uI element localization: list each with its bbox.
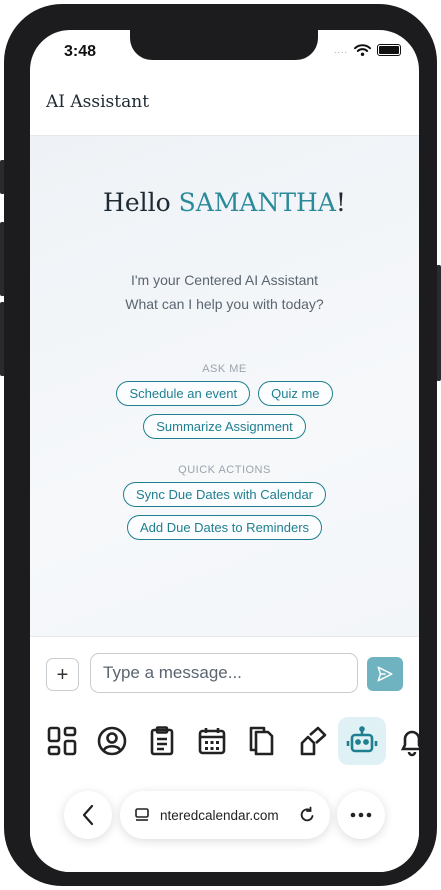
clipboard-icon [150,726,174,756]
intro-line-1: I'm your Centered AI Assistant [130,272,319,288]
chip-add-reminders[interactable]: Add Due Dates to Reminders [126,515,323,540]
quick-actions-row-1: Sync Due Dates with Calendar [30,482,419,507]
browser-bar: nteredcalendar.com [30,779,419,872]
intro-text: I'm your Centered AI Assistant What can … [30,268,419,316]
reload-icon[interactable] [298,806,316,824]
tab-notes[interactable] [238,717,286,765]
chip-schedule-event[interactable]: Schedule an event [116,381,251,406]
url-text: nteredcalendar.com [160,807,279,823]
tabs-icon [135,808,149,821]
greeting-suffix: ! [335,188,346,217]
quick-actions-row-2: Add Due Dates to Reminders [30,515,419,540]
copy-icon [249,726,274,756]
ask-me-chips-row-1: Schedule an event Quiz me [30,381,419,406]
greeting: Hello SAMANTHA! [30,188,419,217]
status-time: 3:48 [64,43,97,60]
calendar-icon [198,728,226,755]
quick-actions-label: QUICK ACTIONS [178,464,271,476]
chip-sync-due-dates[interactable]: Sync Due Dates with Calendar [122,482,327,507]
tab-calendar[interactable] [188,717,236,765]
phone-frame: 3:48 .... AI Assistant Hello SAMANTHA! I… [4,4,437,886]
tab-dashboard[interactable] [38,717,86,765]
send-icon [377,666,393,682]
chip-summarize-assignment[interactable]: Summarize Assignment [143,414,306,439]
back-icon [82,804,94,826]
pen-icon [300,726,327,756]
tab-journal[interactable] [288,717,336,765]
send-button[interactable] [367,657,403,691]
status-icons: .... [334,44,401,56]
page-title: AI Assistant [46,92,150,112]
app-header: AI Assistant [30,82,419,136]
robot-icon [346,726,378,753]
more-icon [350,812,372,818]
bottom-tabbar [30,709,419,779]
profile-icon [97,726,127,756]
back-button[interactable] [64,791,112,839]
signal-icon: .... [333,45,348,55]
tab-profile[interactable] [88,717,136,765]
wifi-icon [354,44,371,56]
ask-me-chips-row-2: Summarize Assignment [30,414,419,439]
add-attachment-button[interactable]: + [46,658,79,691]
phone-screen: 3:48 .... AI Assistant Hello SAMANTHA! I… [30,30,419,872]
intro-line-2: What can I help you with today? [125,296,324,312]
dashboard-icon [47,726,77,756]
more-button[interactable] [337,791,385,839]
tab-ai-assistant[interactable] [338,717,386,765]
chat-area: Hello SAMANTHA! I'm your Centered AI Ass… [30,136,419,636]
bell-icon [400,730,419,757]
greeting-prefix: Hello [103,188,179,217]
tab-notifications[interactable] [388,717,419,765]
chip-quiz-me[interactable]: Quiz me [258,381,333,406]
message-composer: + [30,636,419,710]
message-input[interactable] [90,653,358,693]
url-bar[interactable]: nteredcalendar.com [120,791,330,839]
ask-me-label: ASK ME [202,363,247,375]
battery-icon [377,44,401,56]
tab-assignments[interactable] [138,717,186,765]
user-name: SAMANTHA [178,188,336,217]
notch [130,30,318,60]
